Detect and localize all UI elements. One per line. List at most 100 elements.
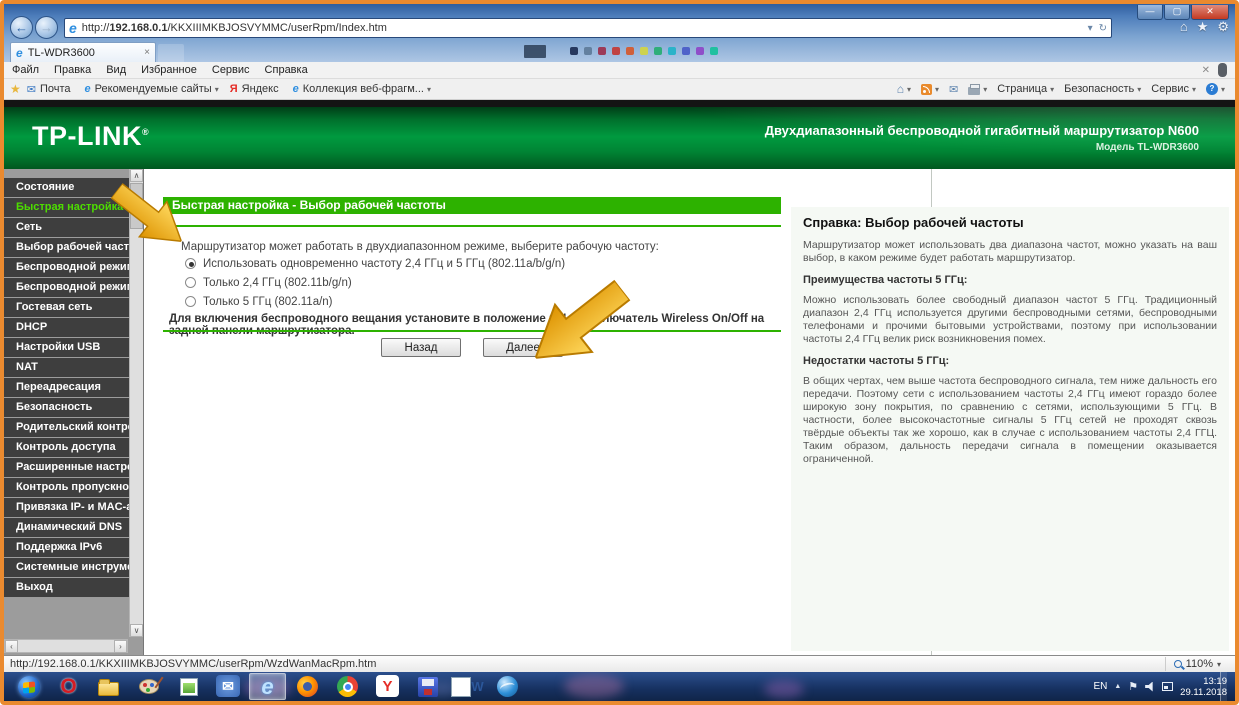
status-url: http://192.168.0.1/KKXIIIMKBJOSVYMMC/use… (10, 658, 377, 670)
address-bar[interactable]: e http://192.168.0.1/KKXIIIMKBJOSVYMMC/u… (64, 18, 1112, 38)
menu-bar: Файл Правка Вид Избранное Сервис Справка ✕ (4, 62, 1235, 79)
page-top-strip (4, 100, 1235, 107)
sidebar-item-band-selection[interactable]: Выбор рабочей частоты (4, 238, 130, 257)
chrome-icon[interactable] (329, 673, 366, 700)
sidebar-item-network[interactable]: Сеть (4, 218, 130, 237)
home-menu-button[interactable]: ⌂ ▾ (897, 82, 911, 96)
command-bar: ⌂ ▾ ▾ ✉ ▾ Страница ▾ Безопасность ▾ Сервис ▾ ?… (897, 82, 1235, 96)
sidebar-item-access-control[interactable]: Контроль доступа (4, 438, 130, 457)
back-button[interactable]: ← (10, 16, 33, 39)
explorer-icon[interactable] (90, 673, 127, 700)
radio-icon[interactable] (185, 296, 196, 307)
image-viewer-icon[interactable] (170, 673, 207, 700)
intro-text: Маршрутизатор может работать в двухдиапа… (181, 241, 659, 253)
chevron-down-icon[interactable]: ▾ (1217, 660, 1221, 669)
globe-app-icon[interactable] (489, 673, 526, 700)
word-icon[interactable]: W (449, 673, 486, 700)
sidebar-item-security[interactable]: Безопасность (4, 398, 130, 417)
add-favorite-icon[interactable]: ★ (10, 82, 21, 96)
print-button[interactable]: ▾ (968, 83, 987, 95)
radio-24-only[interactable]: Только 2,4 ГГц (802.11b/g/n) (185, 273, 565, 292)
chevron-down-icon: ▾ (214, 84, 219, 94)
language-indicator[interactable]: EN (1093, 681, 1107, 692)
radio-5-only[interactable]: Только 5 ГГц (802.11a/n) (185, 292, 565, 311)
sidebar-item-dhcp[interactable]: DHCP (4, 318, 130, 337)
zoom-control[interactable]: 110% ▾ (1164, 657, 1221, 671)
printer-icon (968, 83, 981, 95)
tab-close-icon[interactable]: × (144, 47, 150, 58)
feedback-icon[interactable] (1218, 63, 1227, 77)
read-mail-button[interactable]: ✉ (949, 83, 958, 96)
speaker-icon[interactable] (1145, 681, 1153, 692)
menu-service[interactable]: Сервис (212, 64, 250, 76)
favorite-icon: ✉ (26, 83, 36, 96)
radio-dual-band[interactable]: Использовать одновременно частоту 2,4 ГГ… (185, 254, 565, 273)
decor-dot (612, 47, 620, 55)
sidebar-item-advanced-routing[interactable]: Расширенные настройки (4, 458, 130, 477)
command-security[interactable]: Безопасность ▾ (1064, 83, 1141, 95)
show-desktop-button[interactable] (1220, 672, 1227, 701)
favorite-web-slices[interactable]: e Коллекция веб-фрагм... ▾ (293, 83, 431, 96)
radio-icon[interactable] (185, 277, 196, 288)
favorite-yandex[interactable]: Я Яндекс (230, 83, 282, 96)
tab-tl-wdr3600[interactable]: e TL-WDR3600 × (10, 42, 156, 62)
command-service[interactable]: Сервис ▾ (1151, 83, 1196, 95)
scroll-down-icon[interactable]: ∨ (130, 624, 143, 637)
sidebar-item-ipv6[interactable]: Поддержка IPv6 (4, 538, 130, 557)
rss-feeds-button[interactable]: ▾ (920, 83, 939, 95)
favorite-suggested-sites[interactable]: e Рекомендуемые сайты ▾ (85, 83, 219, 96)
sidebar-item-bandwidth-control[interactable]: Контроль пропускной способности (4, 478, 130, 497)
scroll-left-icon[interactable]: ‹ (5, 640, 18, 653)
sidebar-item-system-tools[interactable]: Системные инструменты (4, 558, 130, 577)
scroll-right-icon[interactable]: › (114, 640, 127, 653)
sidebar-horizontal-scrollbar[interactable]: ‹ › (4, 639, 128, 653)
sidebar-item-dynamic-dns[interactable]: Динамический DNS (4, 518, 130, 537)
help-icon: ? (1205, 83, 1218, 95)
divider-line (163, 330, 781, 332)
sidebar-item-usb-settings[interactable]: Настройки USB (4, 338, 130, 357)
sidebar-item-status[interactable]: Состояние (4, 178, 130, 197)
sidebar-item-wireless-5[interactable]: Беспроводной режим - 5 ГГц (4, 278, 130, 297)
menu-favorites[interactable]: Избранное (141, 64, 197, 76)
back-step-button[interactable]: Назад (381, 338, 461, 357)
home-icon[interactable]: ⌂ (1180, 19, 1188, 35)
firefox-icon[interactable] (289, 673, 326, 700)
radio-icon[interactable] (185, 258, 196, 269)
sidebar-item-ip-mac-binding[interactable]: Привязка IP- и MAC-адресов (4, 498, 130, 517)
menu-edit[interactable]: Правка (54, 64, 91, 76)
sidebar-item-logout[interactable]: Выход (4, 578, 130, 597)
paint-icon[interactable] (130, 673, 167, 700)
help-menu-button[interactable]: ? ▾ (1205, 83, 1225, 95)
favorites-star-icon[interactable]: ★ (1197, 19, 1209, 35)
media-app-icon[interactable] (409, 673, 446, 700)
internet-explorer-icon[interactable]: e (249, 673, 286, 700)
refresh-icon[interactable]: ↻ (1099, 23, 1107, 34)
page-content: Состояние Быстрая настройка Сеть Выбор рабо… (4, 169, 1235, 655)
menu-view[interactable]: Вид (106, 64, 126, 76)
menu-help[interactable]: Справка (265, 64, 308, 76)
new-tab-button[interactable] (158, 44, 184, 62)
show-hidden-icons[interactable]: ▲ (1114, 683, 1121, 690)
favorite-mail[interactable]: ✉ Почта (27, 83, 74, 96)
network-icon[interactable] (1162, 682, 1174, 691)
system-tray: EN ▲ ⚑ 13:19 29.11.2018 (1093, 672, 1227, 701)
forward-button[interactable]: → (35, 16, 58, 39)
mail-app-icon[interactable]: ✉ (216, 675, 240, 697)
sidebar-item-parental-control[interactable]: Родительский контроль (4, 418, 130, 437)
autocomplete-caret-icon[interactable]: ▾ (1088, 23, 1093, 34)
decor-dot (654, 47, 662, 55)
close-bar-icon[interactable]: ✕ (1202, 65, 1210, 76)
command-page[interactable]: Страница ▾ (997, 83, 1054, 95)
menu-file[interactable]: Файл (12, 64, 39, 76)
sidebar-item-forwarding[interactable]: Переадресация (4, 378, 130, 397)
sidebar-item-guest-network[interactable]: Гостевая сеть (4, 298, 130, 317)
opera-icon[interactable]: O (50, 673, 87, 700)
rss-icon (920, 83, 932, 95)
start-button[interactable] (10, 673, 47, 700)
sidebar-item-wireless-24[interactable]: Беспроводной режим - 2,4 ГГц (4, 258, 130, 277)
gear-icon[interactable]: ⚙ (1217, 19, 1229, 35)
action-center-flag-icon[interactable]: ⚑ (1128, 680, 1138, 693)
help-title: Справка: Выбор рабочей частоты (803, 215, 1024, 230)
yandex-browser-icon[interactable]: Y (376, 675, 399, 697)
sidebar-item-nat[interactable]: NAT (4, 358, 130, 377)
